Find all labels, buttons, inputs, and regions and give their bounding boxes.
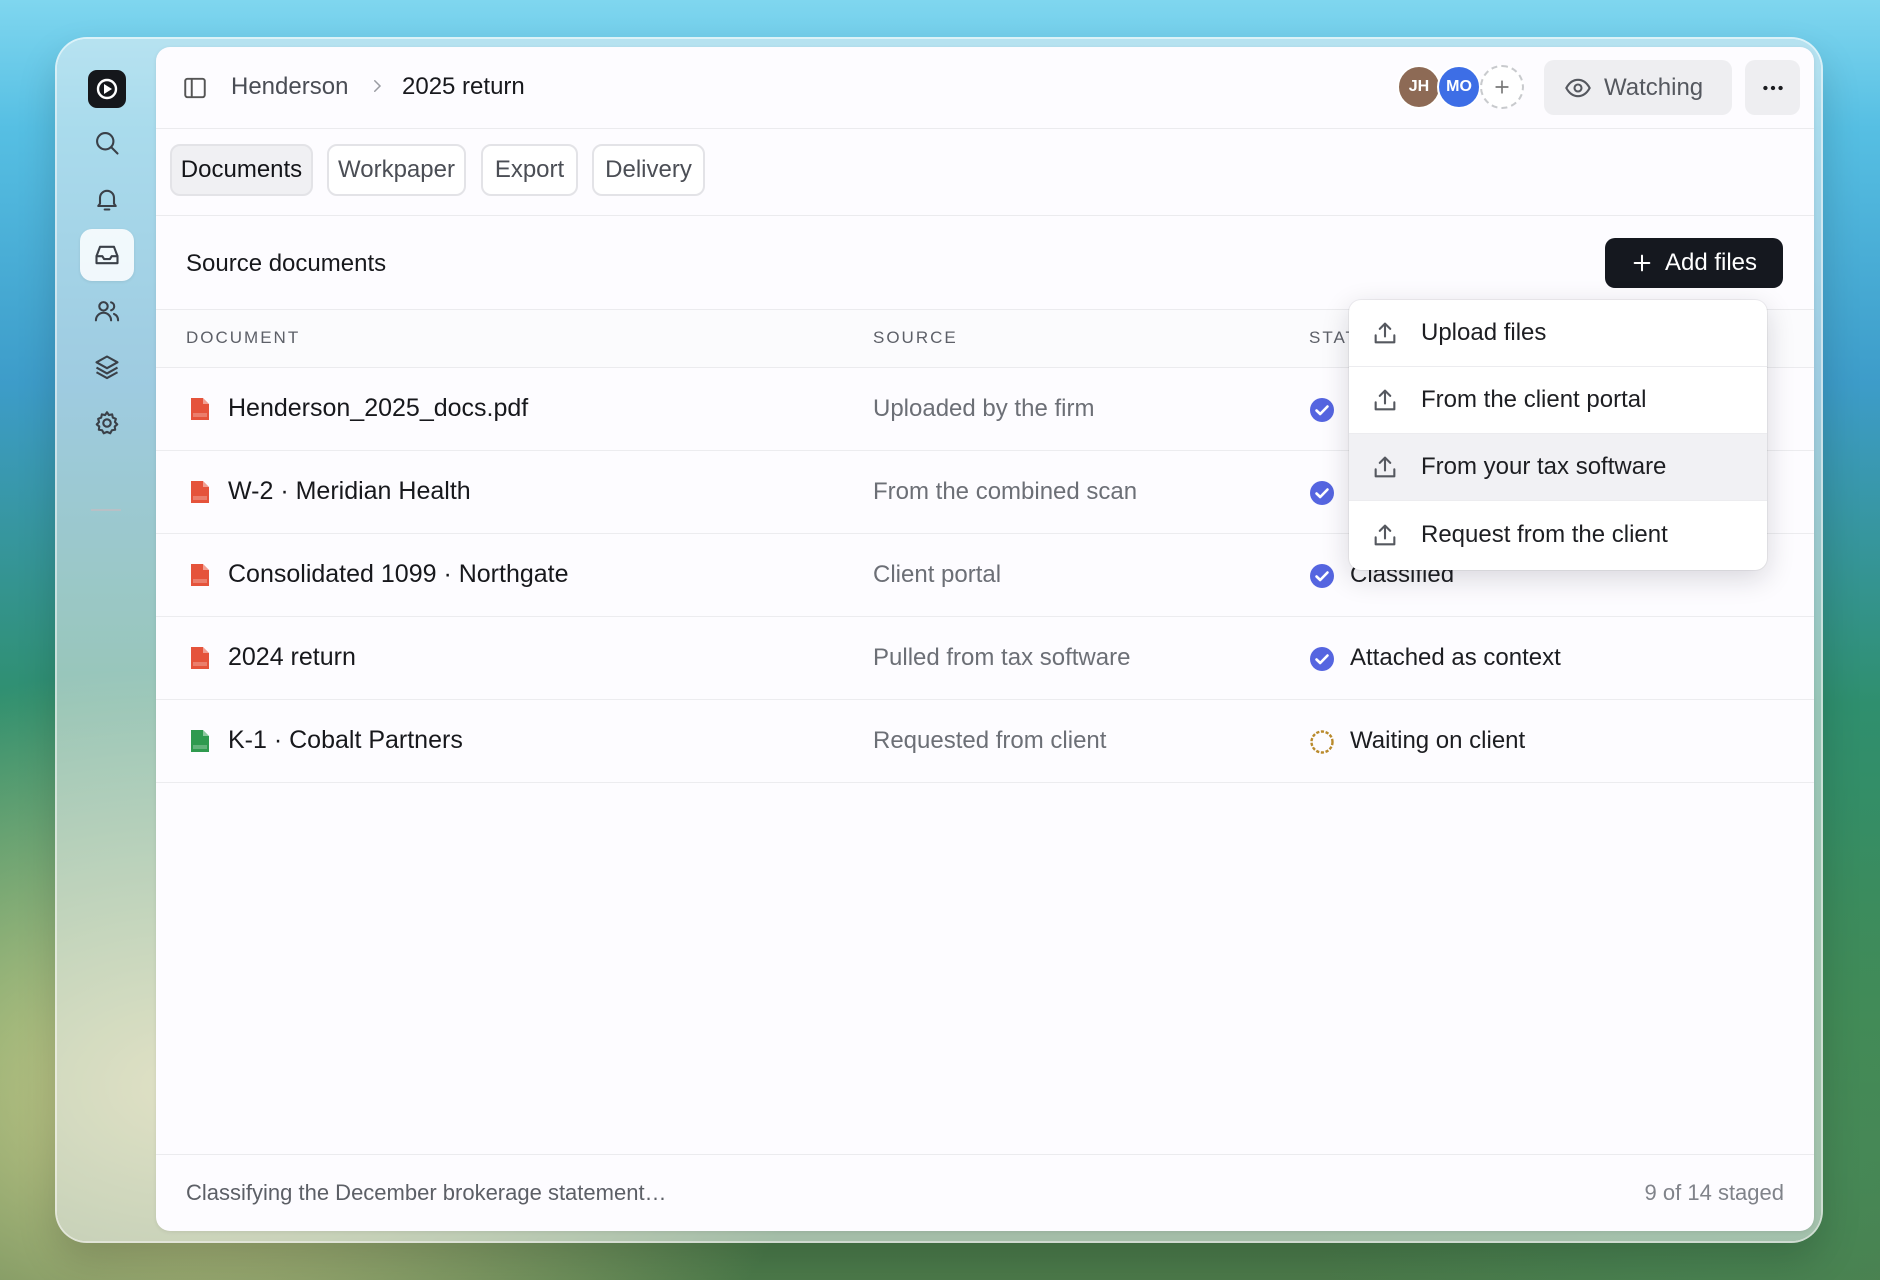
watching-label: Watching xyxy=(1604,73,1704,101)
table-row[interactable]: 2024 return Pulled from tax software Att… xyxy=(156,616,1814,700)
status-icon xyxy=(1309,397,1335,428)
document-name[interactable]: W-2 · Meridian Health xyxy=(228,477,471,506)
check-circle-icon xyxy=(1310,647,1334,671)
top-bar: Henderson 2025 return JH MO Watching xyxy=(156,47,1814,129)
tab-bar: Documents Workpaper Export Delivery xyxy=(156,128,1814,216)
status-icon xyxy=(1309,480,1335,511)
watching-button[interactable]: Watching xyxy=(1544,60,1732,115)
sidebar-icon xyxy=(184,77,206,99)
menu-item-label: From the client portal xyxy=(1421,386,1647,413)
status-icon xyxy=(1309,729,1335,760)
menu-item-tax-software[interactable]: From your tax software xyxy=(1349,434,1767,501)
document-source: From the combined scan xyxy=(873,478,1138,505)
add-files-label: Add files xyxy=(1664,249,1758,276)
tab-export[interactable]: Export xyxy=(481,144,578,196)
check-circle-icon xyxy=(1310,398,1334,422)
tab-workpaper[interactable]: Workpaper xyxy=(327,144,466,196)
rail-notifications-button[interactable] xyxy=(80,173,134,225)
rail-settings-button[interactable] xyxy=(80,397,134,449)
column-header-source[interactable]: SOURCE xyxy=(873,328,958,348)
pdf-file-icon xyxy=(191,564,209,586)
check-circle-icon xyxy=(1310,481,1334,505)
avatar[interactable]: MO xyxy=(1437,65,1481,109)
upload-icon xyxy=(1371,453,1401,481)
menu-item-label: Request from the client xyxy=(1421,520,1668,548)
tab-delivery[interactable]: Delivery xyxy=(592,144,705,196)
menu-item-label: Upload files xyxy=(1421,319,1547,346)
document-source: Uploaded by the firm xyxy=(873,395,1095,422)
layers-icon xyxy=(95,355,119,380)
gear-icon xyxy=(95,411,119,435)
pdf-file-icon xyxy=(191,398,209,420)
upload-icon xyxy=(1371,319,1401,347)
file-type-icon xyxy=(189,396,211,427)
pending-icon xyxy=(1310,730,1334,754)
add-collaborator-button[interactable] xyxy=(1480,65,1524,109)
status-icon xyxy=(1309,563,1335,594)
bell-icon xyxy=(97,189,117,211)
logo-icon xyxy=(96,78,118,100)
pdf-file-icon xyxy=(191,481,209,503)
document-name[interactable]: Henderson_2025_docs.pdf xyxy=(228,394,528,423)
file-type-icon xyxy=(189,479,211,510)
nav-rail xyxy=(57,39,155,1241)
search-icon xyxy=(96,132,119,155)
status-badge: Waiting on client xyxy=(1350,727,1526,754)
rail-clients-button[interactable] xyxy=(80,285,134,337)
rail-search-button[interactable] xyxy=(80,117,134,169)
eye-icon xyxy=(1565,78,1591,97)
file-type-icon xyxy=(189,562,211,593)
app-window: Henderson 2025 return JH MO Watching Doc… xyxy=(57,39,1821,1241)
more-options-button[interactable] xyxy=(1745,60,1800,115)
add-files-button[interactable]: Add files xyxy=(1605,238,1783,288)
status-icon xyxy=(1309,646,1335,677)
rail-divider xyxy=(91,509,121,511)
file-type-icon xyxy=(189,645,211,676)
users-icon xyxy=(94,301,120,322)
rail-inbox-button[interactable] xyxy=(80,229,134,281)
inbox-icon xyxy=(95,245,119,265)
menu-item-label: From your tax software xyxy=(1421,453,1667,480)
upload-icon xyxy=(1371,386,1401,414)
document-source: Requested from client xyxy=(873,727,1107,754)
menu-item-request-client[interactable]: Request from the client xyxy=(1349,501,1767,568)
table-row[interactable]: K-1 · Cobalt Partners Requested from cli… xyxy=(156,699,1814,783)
breadcrumb-return: 2025 return xyxy=(402,73,525,100)
tab-documents[interactable]: Documents xyxy=(170,144,313,196)
document-name[interactable]: K-1 · Cobalt Partners xyxy=(228,726,463,755)
more-icon xyxy=(1762,85,1783,90)
avatar[interactable]: JH xyxy=(1397,65,1441,109)
section-title: Source documents xyxy=(186,250,387,277)
check-circle-icon xyxy=(1310,564,1334,588)
main-panel: Henderson 2025 return JH MO Watching Doc… xyxy=(156,47,1814,1231)
plus-icon xyxy=(1495,80,1509,94)
rail-layers-button[interactable] xyxy=(80,341,134,393)
document-source: Pulled from tax software xyxy=(873,644,1131,671)
activity-status: Classifying the December brokerage state… xyxy=(186,1180,667,1205)
document-source: Client portal xyxy=(873,561,1002,588)
upload-icon xyxy=(1371,521,1401,549)
breadcrumb-client[interactable]: Henderson xyxy=(231,73,348,101)
plus-icon xyxy=(1633,254,1651,272)
status-badge: Attached as context xyxy=(1350,644,1561,671)
document-name[interactable]: 2024 return xyxy=(228,643,356,672)
app-logo[interactable] xyxy=(88,70,126,108)
document-name[interactable]: Consolidated 1099 · Northgate xyxy=(228,560,569,589)
staged-count: 9 of 14 staged xyxy=(1644,1180,1784,1205)
breadcrumb-chevron-icon xyxy=(368,77,386,100)
status-footer: Classifying the December brokerage state… xyxy=(156,1154,1814,1231)
sidebar-toggle-button[interactable] xyxy=(182,75,208,106)
file-type-icon xyxy=(189,728,211,759)
menu-item-client-portal[interactable]: From the client portal xyxy=(1349,367,1767,434)
spreadsheet-file-icon xyxy=(191,730,209,752)
column-header-document[interactable]: DOCUMENT xyxy=(186,328,300,348)
add-files-menu: Upload files From the client portal From… xyxy=(1349,300,1767,570)
pdf-file-icon xyxy=(191,647,209,669)
menu-item-upload-files[interactable]: Upload files xyxy=(1349,300,1767,367)
